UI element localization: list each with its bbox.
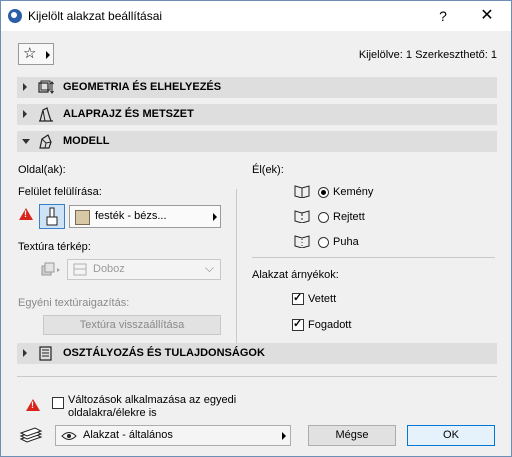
dialog-window: Kijelölt alakzat beállításai ? ✕ ☆ Kijel… <box>0 0 512 457</box>
shadow-receive-checkbox[interactable] <box>292 317 304 331</box>
hidden-edge-icon <box>294 210 310 223</box>
surface-material-dropdown[interactable]: festék - bézs... <box>69 205 221 228</box>
box-texture-icon <box>73 263 87 276</box>
expand-arrow-icon <box>23 83 27 91</box>
layer-value: Alakzat - általános <box>83 429 173 441</box>
dropdown-arrow-icon <box>46 51 50 59</box>
texture-map-dropdown[interactable]: Doboz ⌵ <box>67 259 221 280</box>
edge-hard-radio[interactable] <box>318 187 329 198</box>
layer-dropdown[interactable]: Alakzat - általános <box>55 425 291 446</box>
apply-label-line1: Változások alkalmazása az egyedi <box>68 394 237 406</box>
model-icon <box>39 134 52 149</box>
hard-edge-icon <box>294 185 310 198</box>
title-bar: Kijelölt alakzat beállításai ? ✕ <box>1 1 511 31</box>
footer-divider <box>17 376 497 377</box>
close-button[interactable]: ✕ <box>475 6 499 26</box>
edge-hard-label: Kemény <box>333 186 374 198</box>
apply-label-line2: oldalakra/élekre is <box>68 407 157 419</box>
surface-material-value: festék - bézs... <box>95 210 167 222</box>
edge-soft-radio[interactable] <box>318 237 329 248</box>
edge-hidden-label: Rejtett <box>333 211 365 223</box>
cancel-button[interactable]: Mégse <box>308 425 396 446</box>
sides-label: Oldal(ak): <box>18 164 66 176</box>
help-button[interactable]: ? <box>431 6 455 26</box>
dialog-content: ☆ Kijelölve: 1 Szerkeszthető: 1 GEOMETRI… <box>1 31 511 456</box>
selection-info: Kijelölve: 1 Szerkeszthető: 1 <box>358 49 497 61</box>
column-divider <box>236 189 237 363</box>
properties-list-icon <box>39 346 52 361</box>
window-title: Kijelölt alakzat beállításai <box>28 9 163 23</box>
section-floorplan[interactable]: ALAPRAJZ ÉS METSZET <box>17 104 497 125</box>
surface-override-label: Felület felülírása: <box>18 186 102 198</box>
section-classification[interactable]: OSZTÁLYOZÁS ÉS TULAJDONSÁGOK <box>17 343 497 364</box>
shadows-label: Alakzat árnyékok: <box>252 269 339 281</box>
ok-button[interactable]: OK <box>407 425 495 446</box>
layers-icon <box>19 427 43 443</box>
eye-icon <box>61 432 77 440</box>
edges-label: Él(ek): <box>252 164 284 176</box>
section-title: ALAPRAJZ ÉS METSZET <box>63 108 194 120</box>
section-title: GEOMETRIA ÉS ELHELYEZÉS <box>63 81 222 93</box>
section-title: MODELL <box>63 135 110 147</box>
shadow-cast-label: Vetett <box>308 293 337 305</box>
shadow-receive-label: Fogadott <box>308 319 352 331</box>
warning-icon <box>19 208 33 220</box>
right-divider <box>252 257 495 258</box>
geometry-icon <box>38 80 54 94</box>
texture-map-label: Textúra térkép: <box>18 241 91 253</box>
favorites-button[interactable]: ☆ <box>18 43 54 65</box>
section-geometry[interactable]: GEOMETRIA ÉS ELHELYEZÉS <box>17 77 497 98</box>
star-icon: ☆ <box>23 45 37 62</box>
soft-edge-icon <box>294 235 310 248</box>
chevron-down-icon: ⌵ <box>204 261 214 275</box>
section-model[interactable]: MODELL <box>17 131 497 152</box>
dropdown-arrow-icon <box>282 432 286 440</box>
surface-override-toggle[interactable] <box>39 204 65 229</box>
shadow-cast-checkbox[interactable] <box>292 291 304 305</box>
material-swatch <box>75 210 90 225</box>
paint-brush-icon <box>46 207 58 226</box>
section-title: OSZTÁLYOZÁS ÉS TULAJDONSÁGOK <box>63 347 265 359</box>
expand-arrow-icon <box>23 349 27 357</box>
floorplan-icon <box>39 107 53 122</box>
app-logo-icon <box>8 9 22 23</box>
apply-to-individual-checkbox[interactable] <box>52 397 64 409</box>
custom-texture-label: Egyéni textúraigazítás: <box>18 297 130 309</box>
dropdown-arrow-icon <box>213 213 217 221</box>
texture-map-value: Doboz <box>93 263 125 275</box>
reset-texture-button[interactable]: Textúra visszaállítása <box>43 315 221 335</box>
warning-icon <box>26 399 40 411</box>
edge-soft-label: Puha <box>333 236 359 248</box>
expand-arrow-icon <box>23 110 27 118</box>
texture-icon <box>41 262 60 276</box>
collapse-arrow-icon <box>22 139 30 144</box>
edge-hidden-radio[interactable] <box>318 212 329 223</box>
